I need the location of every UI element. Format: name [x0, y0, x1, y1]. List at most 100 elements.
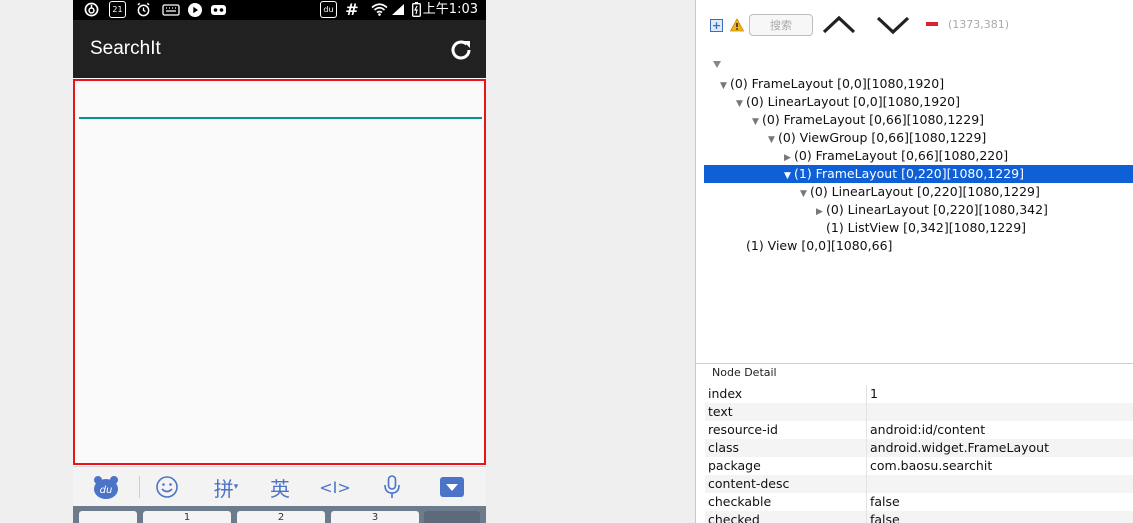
play-icon — [186, 1, 203, 18]
hide-keyboard-icon[interactable] — [439, 471, 465, 503]
cursor-button[interactable]: <I> — [319, 471, 351, 503]
detail-key: class — [708, 440, 740, 455]
next-match-button[interactable] — [876, 14, 910, 36]
detail-column-separator — [866, 421, 867, 439]
detail-key: resource-id — [708, 422, 778, 437]
tree-node[interactable]: (1) ListView [0,342][1080,1229] — [704, 219, 1133, 237]
detail-column-separator — [866, 403, 867, 421]
ime-toolbar: du 拼 ▾ 英 <I> — [73, 466, 486, 506]
detail-row[interactable]: index 1 — [705, 385, 1133, 403]
tree-node-label: (1) ListView [0,342][1080,1229] — [826, 220, 1027, 235]
tree-node[interactable]: ▶ (0) LinearLayout [0,220][1080,342] — [704, 201, 1133, 219]
tree-node[interactable]: ▼ (0) FrameLayout [0,66][1080,1229] — [704, 111, 1133, 129]
ime-separator — [139, 476, 140, 498]
signal-icon — [390, 1, 406, 18]
detail-value: android.widget.FrameLayout — [870, 440, 1049, 455]
tree-node[interactable]: (1) View [0,0][1080,66] — [704, 237, 1133, 255]
tree-node[interactable]: ▼ (0) ViewGroup [0,66][1080,1229] — [704, 129, 1133, 147]
detail-value: false — [870, 512, 900, 523]
tree-node-content: ▼ (0) LinearLayout [0,0][1080,1920] — [736, 93, 960, 113]
inspector-toolbar: + (1373,381) — [696, 0, 1133, 50]
detail-row[interactable]: content-desc — [705, 475, 1133, 493]
screen-root: 21 du # 上午1:03 SearchIt du 拼 ▾ 英 <I> 1 2… — [0, 0, 1133, 523]
detail-column-separator — [866, 457, 867, 475]
workspace-gap — [486, 0, 695, 523]
emoji-icon[interactable] — [153, 471, 181, 503]
detail-row[interactable]: class android.widget.FrameLayout — [705, 439, 1133, 457]
tree-node-label: (1) FrameLayout [0,220][1080,1229] — [794, 166, 1024, 181]
detail-column-separator — [866, 475, 867, 493]
detail-key: package — [708, 458, 761, 473]
wifi-icon — [370, 1, 388, 18]
tree-node-content: (1) View [0,0][1080,66] — [736, 237, 892, 255]
node-detail-title: Node Detail — [712, 366, 777, 379]
ui-inspector-panel: + (1373,381) ▼(0) FrameLayout [0,0][1080… — [695, 0, 1133, 523]
hash-icon: # — [345, 0, 359, 19]
detail-column-separator — [866, 385, 867, 403]
dropdown-icon: ▾ — [233, 482, 239, 492]
du-bear-icon[interactable]: du — [91, 471, 121, 503]
tree-node-label: (0) FrameLayout [0,0][1080,1920] — [730, 76, 945, 91]
status-bar: 21 du # 上午1:03 — [73, 0, 486, 20]
calendar-icon: 21 — [109, 1, 126, 18]
detail-row[interactable]: checked false — [705, 511, 1133, 523]
tree-node-content: ▼ (0) LinearLayout [0,220][1080,1229] — [800, 183, 1040, 203]
tree-node-content: ▼ (0) ViewGroup [0,66][1080,1229] — [768, 129, 986, 149]
tree-node-label: (0) LinearLayout [0,220][1080,1229] — [810, 184, 1040, 199]
svg-text:du: du — [100, 485, 113, 496]
keyboard-icon — [161, 1, 181, 18]
tree-root-expander-icon[interactable] — [713, 61, 721, 68]
keyboard-key[interactable]: 3 — [331, 511, 419, 523]
tree-node-label: (0) FrameLayout [0,66][1080,220] — [794, 148, 1009, 163]
keyboard-key[interactable]: 1 — [143, 511, 231, 523]
tree-node-content: ▼ (0) FrameLayout [0,66][1080,1229] — [752, 111, 984, 131]
game-icon — [209, 1, 227, 18]
hierarchy-tree[interactable]: ▼ (0) FrameLayout [0,0][1080,1920] ▼ (0) Li… — [704, 55, 1133, 360]
tree-node-content: ▼ (0) FrameLayout [0,0][1080,1920] — [720, 75, 944, 95]
tree-node-content: (1) ListView [0,342][1080,1229] — [816, 219, 1026, 237]
tree-node-label: (0) LinearLayout [0,220][1080,342] — [826, 202, 1048, 217]
keyboard-key[interactable]: 2 — [237, 511, 325, 523]
warning-icon[interactable] — [729, 17, 745, 32]
detail-row[interactable]: resource-id android:id/content — [705, 421, 1133, 439]
device-screenshot[interactable]: 21 du # 上午1:03 SearchIt du 拼 ▾ 英 <I> 1 2… — [73, 0, 486, 523]
tree-node[interactable]: ▼ (0) LinearLayout [0,0][1080,1920] — [704, 93, 1133, 111]
pinyin-button[interactable]: 拼 ▾ — [209, 471, 243, 503]
tree-node-content: ▶ (0) FrameLayout [0,66][1080,220] — [784, 147, 1008, 167]
detail-key: checked — [708, 512, 760, 523]
previous-match-button[interactable] — [822, 14, 856, 36]
expand-all-icon[interactable]: + — [710, 19, 723, 32]
alarm-icon — [135, 1, 151, 18]
detail-row[interactable]: package com.baosu.searchit — [705, 457, 1133, 475]
tree-node-label: (0) LinearLayout [0,0][1080,1920] — [746, 94, 960, 109]
clear-search-button[interactable] — [926, 22, 938, 26]
detail-value: com.baosu.searchit — [870, 458, 993, 473]
microphone-icon[interactable] — [380, 471, 404, 503]
search-input-underline[interactable] — [79, 117, 482, 119]
app-notification-icon — [83, 1, 99, 18]
english-button[interactable]: 英 — [266, 471, 294, 503]
detail-row[interactable]: checkable false — [705, 493, 1133, 511]
detail-column-separator — [866, 439, 867, 457]
app-toolbar: SearchIt — [73, 20, 486, 78]
detail-value: 1 — [870, 386, 878, 401]
refresh-icon[interactable] — [448, 37, 474, 63]
detail-value: android:id/content — [870, 422, 986, 437]
keyboard-key-blank[interactable] — [79, 511, 137, 523]
detail-key: checkable — [708, 494, 772, 509]
selected-content-frame[interactable] — [73, 79, 486, 465]
tree-node[interactable]: ▼ (0) LinearLayout [0,220][1080,1229] — [704, 183, 1133, 201]
tree-node[interactable]: ▶ (0) FrameLayout [0,66][1080,220] — [704, 147, 1133, 165]
tree-node[interactable]: ▼ (0) FrameLayout [0,0][1080,1920] — [704, 75, 1133, 93]
search-input[interactable] — [749, 14, 813, 36]
tree-node-content: ▼ (1) FrameLayout [0,220][1080,1229] — [784, 165, 1024, 185]
tree-node-label: (0) FrameLayout [0,66][1080,1229] — [762, 112, 985, 127]
detail-row[interactable]: text — [705, 403, 1133, 421]
detail-key: text — [708, 404, 733, 419]
node-detail-panel: Node Detail index 1 text resource-id android… — [696, 363, 1133, 523]
du-keyboard-status-icon: du — [320, 1, 337, 18]
tree-node[interactable]: ▼ (1) FrameLayout [0,220][1080,1229] — [704, 165, 1133, 183]
keyboard-key-dark[interactable] — [424, 511, 480, 523]
tree-node-label: (1) View [0,0][1080,66] — [746, 238, 893, 253]
app-title: SearchIt — [90, 38, 161, 59]
